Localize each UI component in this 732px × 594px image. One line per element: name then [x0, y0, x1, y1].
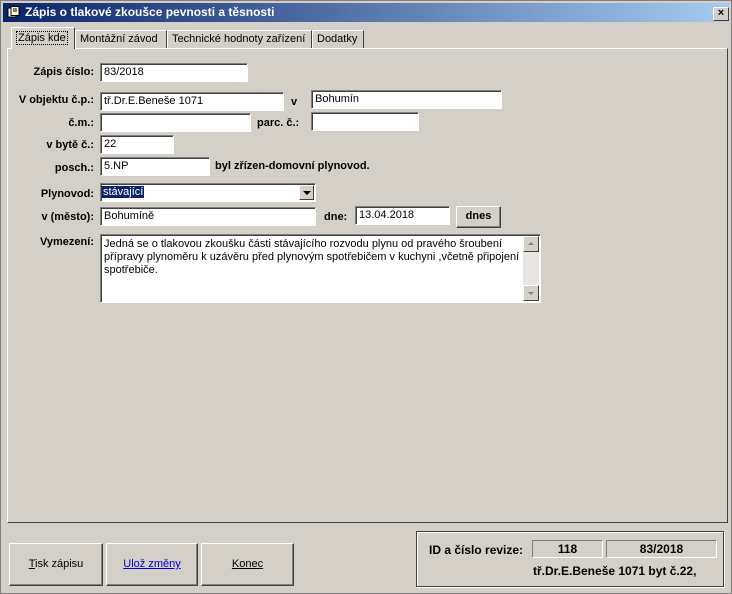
cm-label: č.m.:: [68, 117, 94, 129]
window-title: Zápis o tlakové zkoušce pevnosti a těsno…: [25, 5, 275, 19]
revision-address: tř.Dr.E.Beneše 1071 byt č.22,: [533, 564, 697, 578]
vymezeni-textarea[interactable]: Jedná se o tlakovou zkoušku části stávaj…: [100, 234, 541, 303]
revision-info-label: ID a číslo revize:: [429, 543, 524, 557]
revision-info-box: ID a číslo revize: 118 83/2018 tř.Dr.E.B…: [416, 531, 724, 587]
tab-zapis-kde[interactable]: Zápis kde: [11, 27, 75, 49]
scroll-down-icon[interactable]: [523, 285, 539, 301]
zapis-cislo-label: Zápis číslo:: [33, 66, 94, 78]
posch-label: posch.:: [54, 162, 94, 174]
objekt-cp-label: V objektu č.p.:: [18, 94, 94, 106]
tab-strip: Zápis kde Montážní závod Technické hodno…: [9, 27, 729, 49]
plynovod-select[interactable]: stávající: [100, 183, 316, 202]
plynovod-selected-value: stávající: [102, 186, 145, 198]
tab-dodatky[interactable]: Dodatky: [312, 30, 364, 48]
vymezeni-scrollbar[interactable]: [523, 236, 539, 301]
app-icon: [7, 6, 20, 18]
zapis-cislo-input[interactable]: 83/2018: [100, 63, 248, 82]
scroll-up-icon[interactable]: [523, 236, 539, 252]
mesto-input[interactable]: Bohumíně: [100, 207, 316, 226]
parc-input[interactable]: [311, 112, 419, 131]
cm-input[interactable]: [100, 113, 251, 132]
tab-technicke-hodnoty[interactable]: Technické hodnoty zařízení: [167, 30, 312, 48]
byt-label: v bytě č.:: [46, 139, 94, 151]
uloz-zmeny-button[interactable]: Ulož změny: [106, 543, 198, 586]
chevron-down-icon[interactable]: [299, 185, 314, 200]
revision-number: 83/2018: [606, 540, 717, 558]
obec-input[interactable]: Bohumín: [311, 90, 502, 109]
revision-id: 118: [532, 540, 603, 558]
tisk-zapisu-button[interactable]: Tisk zápisu: [9, 543, 103, 586]
title-bar[interactable]: Zápis o tlakové zkoušce pevnosti a těsno…: [3, 3, 729, 22]
parc-label: parc. č.:: [257, 117, 300, 129]
posch-input[interactable]: 5.NP: [100, 157, 210, 176]
plynovod-label: Plynovod:: [40, 188, 94, 200]
close-button[interactable]: ×: [713, 7, 729, 21]
close-icon: ×: [717, 7, 725, 19]
konec-button[interactable]: Konec: [201, 543, 294, 586]
objekt-cp-input[interactable]: tř.Dr.E.Beneše 1071: [100, 92, 284, 111]
zrizen-text: byl zřízen-domovní plynovod.: [215, 160, 370, 172]
dne-input[interactable]: 13.04.2018: [355, 206, 450, 225]
tab-montazni-zavod[interactable]: Montážní závod: [75, 30, 167, 48]
vymezeni-label: Vymezení:: [39, 236, 94, 248]
v-label: v: [291, 96, 298, 108]
byt-input[interactable]: 22: [100, 135, 174, 154]
window: Zápis o tlakové zkoušce pevnosti a těsno…: [0, 0, 732, 594]
vymezeni-text: Jedná se o tlakovou zkoušku části stávaj…: [104, 238, 523, 276]
dne-label: dne:: [324, 211, 348, 223]
mesto-label: v (město):: [41, 211, 94, 223]
dnes-button[interactable]: dnes: [456, 206, 501, 228]
